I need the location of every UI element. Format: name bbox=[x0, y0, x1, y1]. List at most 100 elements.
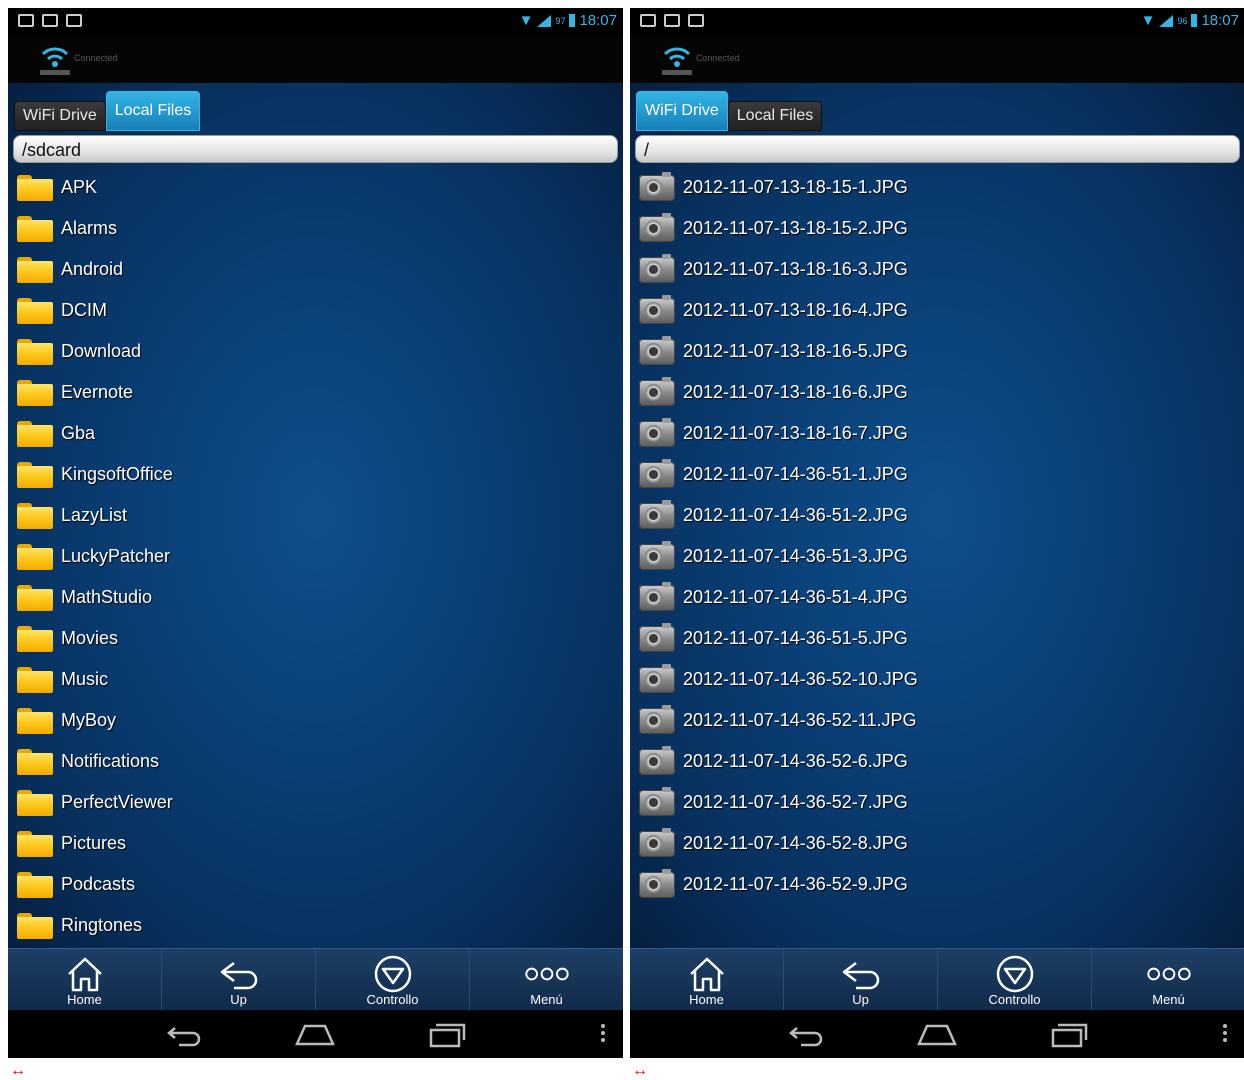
caption-arrow: ↔ bbox=[10, 1062, 26, 1079]
folder-list-item[interactable]: DCIM bbox=[8, 290, 623, 331]
folder-list-item[interactable]: Movies bbox=[8, 618, 623, 659]
image-file-list-item[interactable]: 2012-11-07-13-18-16-4.JPG bbox=[630, 290, 1244, 331]
tab-wifi-drive[interactable]: WiFi Drive bbox=[636, 91, 728, 131]
folder-list-item[interactable]: Pictures bbox=[8, 823, 623, 864]
image-file-list-item[interactable]: 2012-11-07-13-18-16-7.JPG bbox=[630, 413, 1244, 454]
folder-list-item[interactable]: Alarms bbox=[8, 208, 623, 249]
file-name: Movies bbox=[61, 628, 119, 648]
camera-image-icon bbox=[633, 458, 681, 488]
folder-icon bbox=[11, 912, 59, 939]
camera-image-icon bbox=[633, 704, 681, 734]
folder-list-item[interactable]: LuckyPatcher bbox=[8, 536, 623, 577]
image-file-list-item[interactable]: 2012-11-07-14-36-52-11.JPG bbox=[630, 700, 1244, 741]
file-name: PerfectViewer bbox=[61, 792, 173, 812]
image-file-list-item[interactable]: 2012-11-07-13-18-15-1.JPG bbox=[630, 167, 1244, 208]
folder-icon bbox=[11, 379, 59, 406]
folder-list-item[interactable]: KingsoftOffice bbox=[8, 454, 623, 495]
tab-local-files[interactable]: Local Files bbox=[727, 101, 823, 131]
image-file-list-item[interactable]: 2012-11-07-14-36-52-6.JPG bbox=[630, 741, 1244, 782]
folder-list-item[interactable]: Evernote bbox=[8, 372, 623, 413]
camera-image-icon bbox=[633, 581, 681, 611]
nav-home-button[interactable] bbox=[295, 1018, 335, 1050]
image-file-list-item[interactable]: 2012-11-07-13-18-16-6.JPG bbox=[630, 372, 1244, 413]
nav-back-button[interactable] bbox=[787, 1018, 827, 1050]
camera-image-icon bbox=[633, 540, 681, 570]
tab-wifi-drive[interactable]: WiFi Drive bbox=[14, 101, 106, 131]
folder-list-item[interactable]: APK bbox=[8, 167, 623, 208]
file-name: APK bbox=[61, 177, 98, 197]
home-icon bbox=[689, 957, 724, 991]
image-file-list-item[interactable]: 2012-11-07-14-36-51-4.JPG bbox=[630, 577, 1244, 618]
folder-list-item[interactable]: PerfectViewer bbox=[8, 782, 623, 823]
home-button[interactable]: Home bbox=[8, 949, 162, 1011]
nav-home-button[interactable] bbox=[917, 1018, 957, 1050]
up-button[interactable]: Up bbox=[162, 949, 316, 1011]
file-name: 2012-11-07-14-36-52-7.JPG bbox=[683, 792, 908, 812]
file-name: 2012-11-07-13-18-16-5.JPG bbox=[683, 341, 908, 361]
file-name: Evernote bbox=[61, 382, 134, 402]
folder-list-item[interactable]: MathStudio bbox=[8, 577, 623, 618]
image-file-list-item[interactable]: 2012-11-07-14-36-51-5.JPG bbox=[630, 618, 1244, 659]
folder-list-item[interactable]: LazyList bbox=[8, 495, 623, 536]
overflow-menu-icon[interactable] bbox=[1223, 1024, 1227, 1045]
folder-icon bbox=[11, 830, 59, 857]
image-file-list-item[interactable]: 2012-11-07-14-36-51-1.JPG bbox=[630, 454, 1244, 495]
file-name: MyBoy bbox=[61, 710, 117, 730]
camera-image-icon bbox=[633, 868, 681, 898]
camera-image-icon bbox=[633, 745, 681, 775]
image-file-list-item[interactable]: 2012-11-07-14-36-52-7.JPG bbox=[630, 782, 1244, 823]
menu-button[interactable]: Menú bbox=[1092, 949, 1244, 1011]
folder-list-item[interactable]: Download bbox=[8, 331, 623, 372]
overflow-menu-icon[interactable] bbox=[601, 1024, 605, 1045]
folder-list-item[interactable]: Music bbox=[8, 659, 623, 700]
image-file-list-item[interactable]: 2012-11-07-13-18-15-2.JPG bbox=[630, 208, 1244, 249]
image-file-list-item[interactable]: 2012-11-07-13-18-16-5.JPG bbox=[630, 331, 1244, 372]
control-button[interactable]: Controllo bbox=[938, 949, 1092, 1011]
image-file-list-item[interactable]: 2012-11-07-14-36-52-10.JPG bbox=[630, 659, 1244, 700]
image-file-list-item[interactable]: 2012-11-07-14-36-51-3.JPG bbox=[630, 536, 1244, 577]
folder-list-item[interactable]: Android bbox=[8, 249, 623, 290]
camera-image-icon bbox=[633, 253, 681, 283]
file-name: 2012-11-07-13-18-15-2.JPG bbox=[683, 218, 908, 238]
file-name: 2012-11-07-13-18-16-4.JPG bbox=[683, 300, 908, 320]
battery-level: 97 bbox=[555, 15, 566, 26]
nav-recents-icon bbox=[429, 1023, 466, 1048]
nav-recents-button[interactable] bbox=[427, 1018, 467, 1050]
cell-signal-icon bbox=[1159, 14, 1174, 27]
nav-recents-button[interactable] bbox=[1049, 1018, 1089, 1050]
folder-icon bbox=[11, 338, 59, 365]
file-name: 2012-11-07-14-36-52-6.JPG bbox=[683, 751, 908, 771]
file-name: 2012-11-07-14-36-51-2.JPG bbox=[683, 505, 908, 525]
file-name: 2012-11-07-13-18-16-3.JPG bbox=[683, 259, 908, 279]
folder-list-item[interactable]: Notifications bbox=[8, 741, 623, 782]
image-file-list-item[interactable]: 2012-11-07-13-18-16-3.JPG bbox=[630, 249, 1244, 290]
back-arrow-icon bbox=[842, 961, 879, 989]
file-name: Android bbox=[61, 259, 124, 279]
status-time: 18:07 bbox=[1201, 12, 1239, 29]
image-file-list-item[interactable]: 2012-11-07-14-36-51-2.JPG bbox=[630, 495, 1244, 536]
folder-list-item[interactable]: Podcasts bbox=[8, 864, 623, 905]
folder-list-item[interactable]: MyBoy bbox=[8, 700, 623, 741]
folder-list-item[interactable]: Ringtones bbox=[8, 905, 623, 946]
control-button[interactable]: Controllo bbox=[316, 949, 470, 1011]
folder-list-item[interactable]: Gba bbox=[8, 413, 623, 454]
system-nav-bar bbox=[630, 1010, 1244, 1058]
file-name: Notifications bbox=[61, 751, 160, 771]
file-browser: WiFi Drive Local Files / 2012-11-07-13-1… bbox=[630, 83, 1244, 948]
app-header: Connected bbox=[8, 36, 623, 83]
cell-signal-icon bbox=[537, 14, 552, 27]
camera-image-icon bbox=[633, 827, 681, 857]
file-name: Pictures bbox=[61, 833, 127, 853]
bottom-toolbar: Home Up Controllo Menú bbox=[8, 948, 623, 1011]
file-name: Music bbox=[61, 669, 109, 689]
home-button[interactable]: Home bbox=[630, 949, 784, 1011]
nav-back-button[interactable] bbox=[165, 1018, 205, 1050]
image-file-list-item[interactable]: 2012-11-07-14-36-52-8.JPG bbox=[630, 823, 1244, 864]
nav-back-icon bbox=[789, 1027, 823, 1047]
menu-button[interactable]: Menú bbox=[470, 949, 623, 1011]
up-button[interactable]: Up bbox=[784, 949, 938, 1011]
file-name: 2012-11-07-14-36-52-10.JPG bbox=[683, 669, 918, 689]
tab-local-files[interactable]: Local Files bbox=[105, 91, 201, 131]
image-file-list-item[interactable]: 2012-11-07-14-36-52-9.JPG bbox=[630, 864, 1244, 905]
nav-home-icon bbox=[295, 1024, 335, 1046]
